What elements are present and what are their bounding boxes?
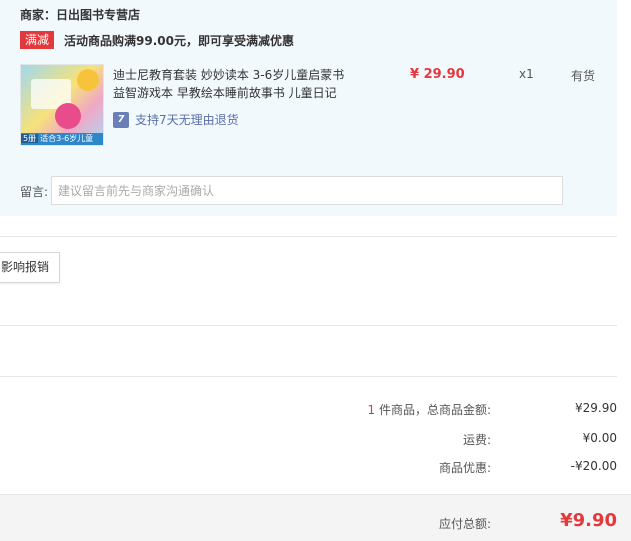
invoice-option-button[interactable]: 影响报销 bbox=[0, 252, 61, 283]
shipping-label: 运费: bbox=[462, 433, 491, 447]
seven-day-return-icon: 7 bbox=[113, 111, 129, 128]
section-divider bbox=[0, 325, 617, 326]
section-divider bbox=[0, 236, 617, 237]
total-label: 应付总额: bbox=[438, 517, 491, 531]
return-policy[interactable]: 7 支持7天无理由退货 bbox=[113, 111, 239, 128]
order-note-input[interactable] bbox=[51, 176, 563, 205]
items-total-amount: ¥29.90 bbox=[575, 401, 617, 415]
character-shape bbox=[55, 103, 81, 129]
product-image[interactable]: 5册 适合3-6岁儿童 bbox=[20, 64, 104, 146]
product-price: ¥ 29.90 bbox=[410, 67, 465, 82]
summary-items-row: 1 件商品，总商品金额: ¥29.90 bbox=[0, 401, 631, 421]
product-title[interactable]: 迪士尼教育套装 妙妙读本 3-6岁儿童启蒙书益智游戏本 早教绘本睡前故事书 儿童… bbox=[113, 66, 353, 102]
note-label: 留言: bbox=[20, 185, 49, 199]
total-bar: 应付总额: ¥9.90 bbox=[0, 494, 631, 541]
total-amount: ¥9.90 bbox=[560, 510, 617, 531]
order-confirm-page: 商家：日出图书专营店 满减 活动商品购满99.00元，即可享受满减优惠 5册 适合… bbox=[0, 0, 631, 541]
return-policy-text[interactable]: 支持7天无理由退货 bbox=[135, 111, 239, 128]
items-total-label: 1 件商品，总商品金额: bbox=[368, 401, 492, 418]
product-image-caption: 5册 适合3-6岁儿童 bbox=[21, 133, 103, 145]
summary-discount-row: 商品优惠: -¥20.00 bbox=[0, 459, 631, 479]
stock-status: 有货 bbox=[571, 69, 596, 83]
age-range-text: 适合3-6岁儿童 bbox=[40, 134, 94, 143]
summary-shipping-row: 运费: ¥0.00 bbox=[0, 431, 631, 451]
promo-text: 活动商品购满99.00元，即可享受满减优惠 bbox=[64, 33, 294, 48]
character-shape bbox=[77, 69, 99, 91]
discount-label: 商品优惠: bbox=[438, 461, 491, 475]
promo-row: 满减 活动商品购满99.00元，即可享受满减优惠 bbox=[20, 31, 294, 49]
shipping-amount: ¥0.00 bbox=[582, 431, 617, 445]
items-label-text: 件商品，总商品金额: bbox=[375, 403, 491, 417]
item-count: 1 bbox=[367, 403, 376, 417]
volume-count: 5册 bbox=[21, 134, 39, 143]
shop-order-panel: 商家：日出图书专营店 满减 活动商品购满99.00元，即可享受满减优惠 5册 适合… bbox=[0, 0, 617, 216]
discount-amount: -¥20.00 bbox=[570, 459, 617, 473]
promo-tag: 满减 bbox=[20, 31, 55, 49]
shop-name[interactable]: 商家：日出图书专营店 bbox=[20, 6, 140, 23]
section-divider bbox=[0, 376, 617, 377]
product-quantity: x1 bbox=[519, 67, 534, 81]
